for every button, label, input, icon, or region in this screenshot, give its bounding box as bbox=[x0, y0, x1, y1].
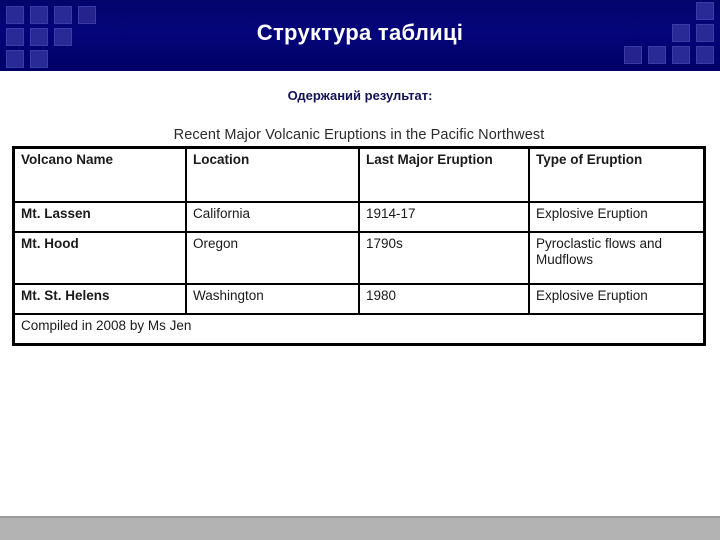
cell-eruption-type: Pyroclastic flows and Mudflows bbox=[529, 232, 704, 284]
cell-last-eruption: 1790s bbox=[359, 232, 529, 284]
table-container: Recent Major Volcanic Eruptions in the P… bbox=[12, 126, 706, 346]
volcano-table: Volcano Name Location Last Major Eruptio… bbox=[12, 146, 706, 346]
cell-volcano-name: Mt. St. Helens bbox=[14, 284, 186, 314]
cell-eruption-type: Explosive Eruption bbox=[529, 202, 704, 232]
table-header-row: Volcano Name Location Last Major Eruptio… bbox=[14, 148, 704, 202]
table-row: Mt. Hood Oregon 1790s Pyroclastic flows … bbox=[14, 232, 704, 284]
column-header-volcano-name: Volcano Name bbox=[14, 148, 186, 202]
column-header-last-eruption: Last Major Eruption bbox=[359, 148, 529, 202]
slide-subtitle: Одержаний результат: bbox=[287, 88, 433, 103]
page-title: Структура таблиці bbox=[256, 20, 464, 45]
cell-location: Oregon bbox=[186, 232, 359, 284]
table-row: Mt. Lassen California 1914-17 Explosive … bbox=[14, 202, 704, 232]
cell-volcano-name: Mt. Lassen bbox=[14, 202, 186, 232]
slide-footer-bar bbox=[0, 516, 720, 540]
column-header-type: Type of Eruption bbox=[529, 148, 704, 202]
cell-location: Washington bbox=[186, 284, 359, 314]
column-header-location: Location bbox=[186, 148, 359, 202]
table-row: Mt. St. Helens Washington 1980 Explosive… bbox=[14, 284, 704, 314]
slide-header: Структура таблиці bbox=[0, 0, 720, 71]
cell-location: California bbox=[186, 202, 359, 232]
cell-table-footer: Compiled in 2008 by Ms Jen bbox=[14, 314, 704, 344]
cell-last-eruption: 1980 bbox=[359, 284, 529, 314]
cell-volcano-name: Mt. Hood bbox=[14, 232, 186, 284]
table-footer-row: Compiled in 2008 by Ms Jen bbox=[14, 314, 704, 344]
cell-last-eruption: 1914-17 bbox=[359, 202, 529, 232]
cell-eruption-type: Explosive Eruption bbox=[529, 284, 704, 314]
table-caption: Recent Major Volcanic Eruptions in the P… bbox=[173, 127, 545, 143]
